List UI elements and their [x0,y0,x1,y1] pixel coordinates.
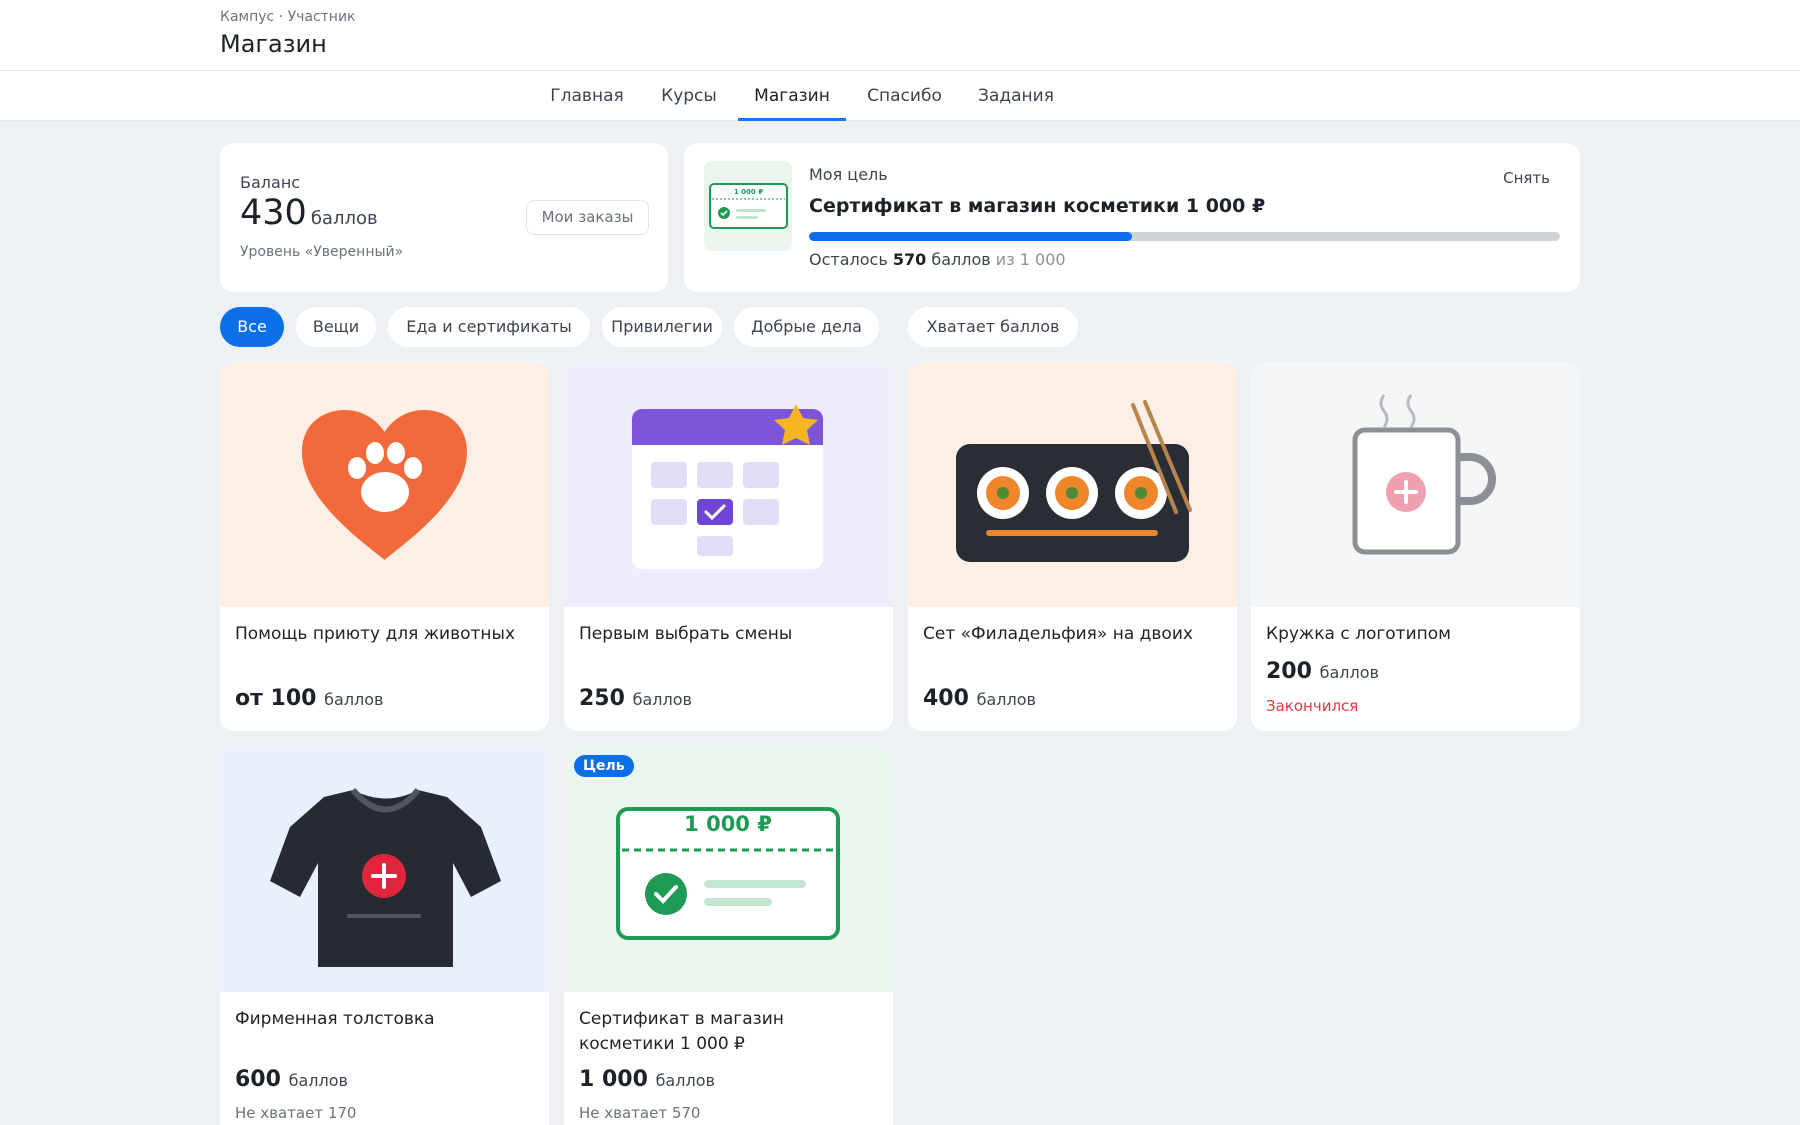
mug-icon [1352,394,1496,555]
product-image: 1 000 ₽ Цель [564,747,893,992]
price-unit: баллов [655,1071,715,1090]
tab-courses[interactable]: Курсы [649,71,729,121]
price-unit: баллов [1319,663,1379,682]
remaining-of: из 1 000 [995,250,1066,269]
remove-goal-button[interactable]: Снять [1503,169,1550,187]
product-name: Кружка с логотипом [1266,624,1451,644]
product-image [220,362,549,607]
filter-privileges[interactable]: Привилегии [602,307,722,347]
tab-tasks[interactable]: Задания [964,71,1068,121]
product-name: Помощь приюту для животных [235,624,516,644]
remaining-value: 570 [892,250,927,269]
product-name: Фирменная толстовка [235,1009,435,1029]
product-card[interactable]: Первым выбрать смены 250 баллов [564,362,893,731]
product-card[interactable]: Кружка с логотипом 200 баллов Закончился [1251,362,1580,731]
filter-food-certificates[interactable]: Еда и сертификаты [388,307,590,347]
product-price: от 100 баллов [235,686,383,711]
product-card[interactable]: Помощь приюту для животных от 100 баллов [220,362,549,731]
goal-progress-bar [809,232,1560,241]
calendar-star-icon [632,404,823,569]
paw-heart-icon [302,410,467,560]
remaining-unit: баллов [931,250,991,269]
balance-amount: 430 [240,193,307,233]
sushi-set-icon [956,400,1192,562]
price-value: 400 [923,686,969,711]
goal-card: 1 000 ₽ Моя цель Сертификат в магазин ко… [684,143,1580,292]
price-unit: баллов [288,1071,348,1090]
tab-shop[interactable]: Магазин [738,71,846,121]
balance-level: Уровень «Уверенный» [240,244,404,260]
price-value: 100 [270,686,317,711]
page-title: Магазин [220,30,327,58]
goal-remaining: Осталось 570 баллов из 1 000 [809,250,1066,269]
thumb-amount: 1 000 ₽ [734,188,763,196]
filter-all[interactable]: Все [220,307,284,347]
goal-badge: Цель [574,755,634,777]
remaining-prefix: Осталось [809,250,888,269]
product-card[interactable]: 1 000 ₽ Цель Сертификат в магазин космет… [564,747,893,1125]
product-image [564,362,893,607]
product-price: 200 баллов [1266,659,1379,684]
certificate-thumb-icon: 1 000 ₽ [704,161,792,251]
product-image [908,362,1237,607]
product-name: Сет «Филадельфия» на двоих [923,624,1193,644]
goal-progress-fill [809,232,1132,241]
top-header: Кампус · Участник Магазин [0,0,1800,71]
product-image [1251,362,1580,607]
shortage-note: Не хватает 570 [579,1104,701,1122]
product-price: 600 баллов [235,1067,348,1092]
out-of-stock-note: Закончился [1266,697,1359,715]
nav-tabs: Главная Курсы Магазин Спасибо Задания [0,71,1800,121]
product-price: 250 баллов [579,686,692,711]
goal-title: Сертификат в магазин косметики 1 000 ₽ [809,195,1266,217]
price-unit: баллов [632,690,692,709]
product-card[interactable]: Сет «Филадельфия» на двоих 400 баллов [908,362,1237,731]
product-image [220,747,549,992]
product-price: 1 000 баллов [579,1067,715,1092]
balance-unit: баллов [310,208,378,229]
price-value: 600 [235,1067,281,1092]
balance-card: Баланс 430 баллов Уровень «Уверенный» Мои… [220,143,668,292]
price-value: 250 [579,686,625,711]
product-price: 400 баллов [923,686,1036,711]
price-value: 200 [1266,659,1312,684]
filter-affordable[interactable]: Хватает баллов [908,307,1078,347]
price-unit: баллов [976,690,1036,709]
balance-value: 430 баллов [240,193,378,233]
price-prefix: от [235,686,271,711]
certificate-amount: 1 000 ₽ [684,812,772,836]
my-orders-button[interactable]: Мои заказы [526,200,649,235]
price-value: 1 000 [579,1067,648,1092]
sweatshirt-icon [270,788,501,967]
price-unit: баллов [324,690,384,709]
goal-label: Моя цель [809,165,888,184]
product-name: Первым выбрать смены [579,624,793,644]
balance-label: Баланс [240,173,301,192]
product-card[interactable]: Фирменная толстовка 600 баллов Не хватае… [220,747,549,1125]
filter-things[interactable]: Вещи [296,307,376,347]
shortage-note: Не хватает 170 [235,1104,357,1122]
certificate-icon: 1 000 ₽ [616,807,840,940]
breadcrumb: Кампус · Участник [220,9,356,25]
filter-good-deeds[interactable]: Добрые дела [734,307,879,347]
product-name: Сертификат в магазин косметики 1 000 ₽ [579,1009,784,1054]
tab-main[interactable]: Главная [535,71,639,121]
tab-thanks[interactable]: Спасибо [857,71,952,121]
